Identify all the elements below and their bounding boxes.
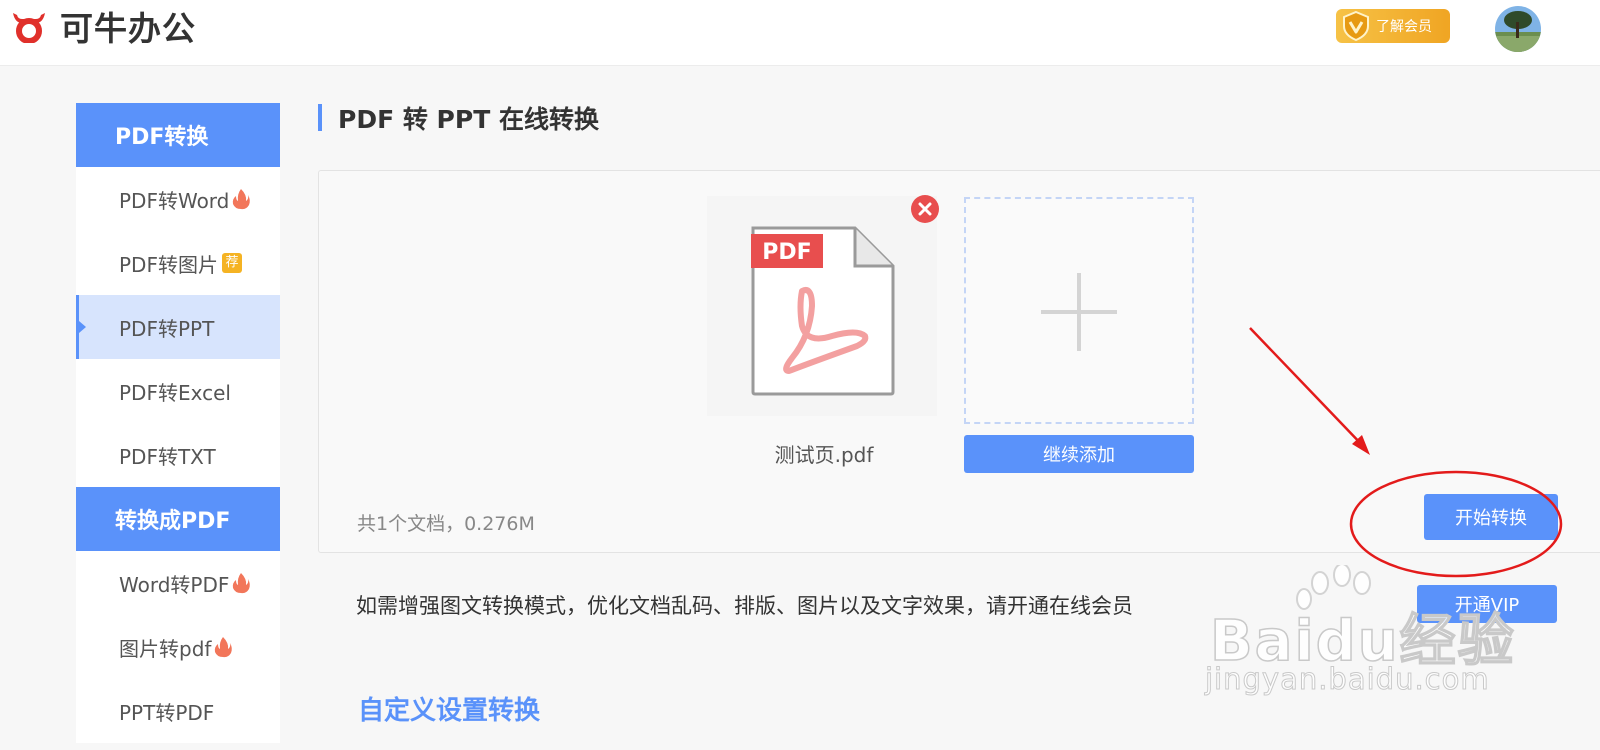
user-avatar[interactable] <box>1495 6 1541 52</box>
sidebar-item-image-to-pdf[interactable]: 图片转pdf <box>76 615 280 679</box>
upload-panel: PDF 测试页.pdf 继续添加 共1个文档，0.276M 开始转换 <box>318 170 1600 553</box>
vip-notice-text: 如需增强图文转换模式，优化文档乱码、排版、图片以及文字效果，请开通在线会员 <box>356 594 1133 618</box>
sidebar-item-pdf-to-word[interactable]: PDF转Word <box>76 167 280 231</box>
sidebar-item-pdf-to-ppt[interactable]: PDF转PPT <box>76 295 280 359</box>
learn-membership-button[interactable]: 了解会员 <box>1336 9 1450 43</box>
sidebar-item-label: PDF转Word <box>119 188 230 213</box>
sidebar-item-label: PDF转Excel <box>119 380 231 405</box>
top-header: 可牛办公 了解会员 <box>0 0 1600 66</box>
file-name: 测试页.pdf <box>774 443 874 467</box>
recommend-badge: 荐 <box>221 253 242 273</box>
pdf-type-label: PDF <box>762 240 811 265</box>
sidebar-section-to-pdf[interactable]: 转换成PDF <box>76 487 280 551</box>
sidebar-item-label: 图片转pdf <box>119 636 212 661</box>
learn-membership-label: 了解会员 <box>1376 19 1432 35</box>
fire-icon <box>233 573 251 594</box>
sidebar-item-pdf-to-image[interactable]: PDF转图片 荐 <box>76 231 280 295</box>
brand-logo[interactable]: 可牛办公 <box>10 6 196 48</box>
page-title: PDF 转 PPT 在线转换 <box>338 105 599 134</box>
watermark-url-text: jingyan.baidu.com <box>1205 662 1490 697</box>
brand-ox-icon <box>13 13 45 43</box>
sidebar-item-label: PDF转TXT <box>119 444 216 469</box>
remove-file-button[interactable] <box>911 195 939 223</box>
start-convert-button[interactable]: 开始转换 <box>1424 494 1558 540</box>
brand-name: 可牛办公 <box>60 9 196 48</box>
sidebar-item-label: Word转PDF <box>119 572 230 597</box>
sidebar-item-label: PPT转PDF <box>119 700 215 725</box>
document-summary: 共1个文档，0.276M <box>357 513 535 535</box>
sidebar-item-word-to-pdf[interactable]: Word转PDF <box>76 551 280 615</box>
fire-icon <box>215 637 233 658</box>
avatar-landscape-icon <box>1495 6 1541 52</box>
sidebar-item-pdf-to-excel[interactable]: PDF转Excel <box>76 359 280 423</box>
plus-icon <box>1041 273 1117 351</box>
fire-icon <box>233 189 251 210</box>
custom-settings-title: 自定义设置转换 <box>358 696 541 726</box>
sidebar-section-pdf-convert[interactable]: PDF转换 <box>76 103 280 167</box>
vip-shield-icon <box>1343 10 1369 42</box>
title-accent-bar <box>318 104 322 131</box>
sidebar-item-label: PDF转PPT <box>119 316 215 341</box>
pdf-file-card[interactable]: PDF <box>707 196 937 416</box>
conversion-sidebar: PDF转换 PDF转Word PDF转图片 荐 PDF转PPT PDF转Exce… <box>76 103 280 743</box>
sidebar-item-label: PDF转图片 <box>119 252 218 277</box>
sidebar-item-pdf-to-txt[interactable]: PDF转TXT <box>76 423 280 487</box>
pdf-file-icon: PDF <box>751 226 895 396</box>
close-icon <box>918 202 932 216</box>
add-file-dropzone[interactable] <box>964 197 1194 424</box>
sidebar-item-ppt-to-pdf[interactable]: PPT转PDF <box>76 679 280 743</box>
continue-add-button[interactable]: 继续添加 <box>964 435 1194 473</box>
